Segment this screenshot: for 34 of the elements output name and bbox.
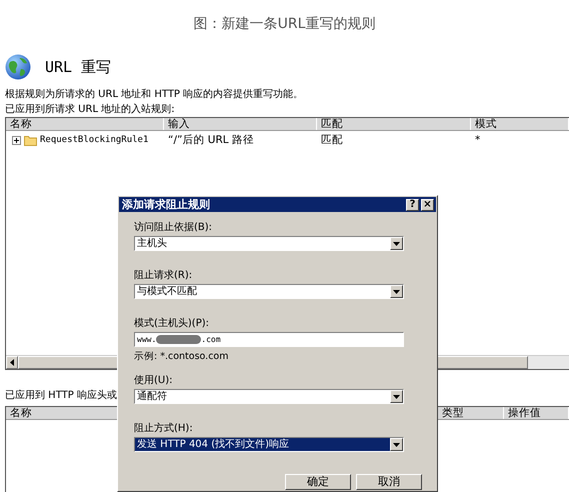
rule-name[interactable]: RequestBlockingRule1 xyxy=(40,131,148,149)
caption: 图：新建一条URL重写的规则 xyxy=(192,15,376,34)
field-label: 使用(U): xyxy=(134,374,174,387)
ok-button[interactable]: 确定 xyxy=(285,474,351,490)
column-header[interactable]: 匹配 xyxy=(317,118,471,130)
dropdown[interactable]: 发送 HTTP 404 (找不到文件)响应 xyxy=(134,437,404,452)
dropdown[interactable]: 通配符 xyxy=(134,389,404,404)
example-hint: 示例: *.contoso.com xyxy=(134,350,228,364)
globe-icon xyxy=(5,54,31,80)
dropdown[interactable]: 主机头 xyxy=(134,236,404,251)
input-field[interactable]: www. .com xyxy=(134,332,404,347)
table-cell-text: “/”后的 URL 路径 xyxy=(167,133,255,148)
column-header[interactable]: 操作值 xyxy=(504,407,569,419)
table-cell-text: 匹配 xyxy=(320,133,344,148)
column-header[interactable]: 输入 xyxy=(164,118,317,130)
cancel-button[interactable]: 取消 xyxy=(356,474,422,490)
field-label: 访问阻止依据(B): xyxy=(134,221,214,234)
field-label: 模式(主机头)(P): xyxy=(134,317,210,330)
field-label: 阻止方式(H): xyxy=(134,422,194,435)
dialog-title: 添加请求阻止规则 xyxy=(122,197,210,212)
table-cell-text: * xyxy=(474,133,482,148)
field-label: 阻止请求(R): xyxy=(134,269,194,282)
folder-icon xyxy=(24,134,37,146)
scroll-left-icon[interactable] xyxy=(6,356,18,369)
page-title: URL 重写 xyxy=(45,58,112,76)
section-label: 已应用到 HTTP 响应头或 xyxy=(5,388,117,403)
description: 根据规则为所请求的 URL 地址和 HTTP 响应的内容提供重写功能。 xyxy=(5,88,304,102)
close-button[interactable]: × xyxy=(421,198,434,210)
section-label: 已应用到所请求 URL 地址的入站规则: xyxy=(5,102,175,117)
dropdown[interactable]: 与模式不匹配 xyxy=(134,284,404,299)
column-header[interactable]: 名称 xyxy=(6,118,164,130)
expand-icon[interactable] xyxy=(12,136,21,144)
column-header[interactable]: 模式 xyxy=(471,118,569,130)
help-button[interactable]: ? xyxy=(406,198,419,210)
